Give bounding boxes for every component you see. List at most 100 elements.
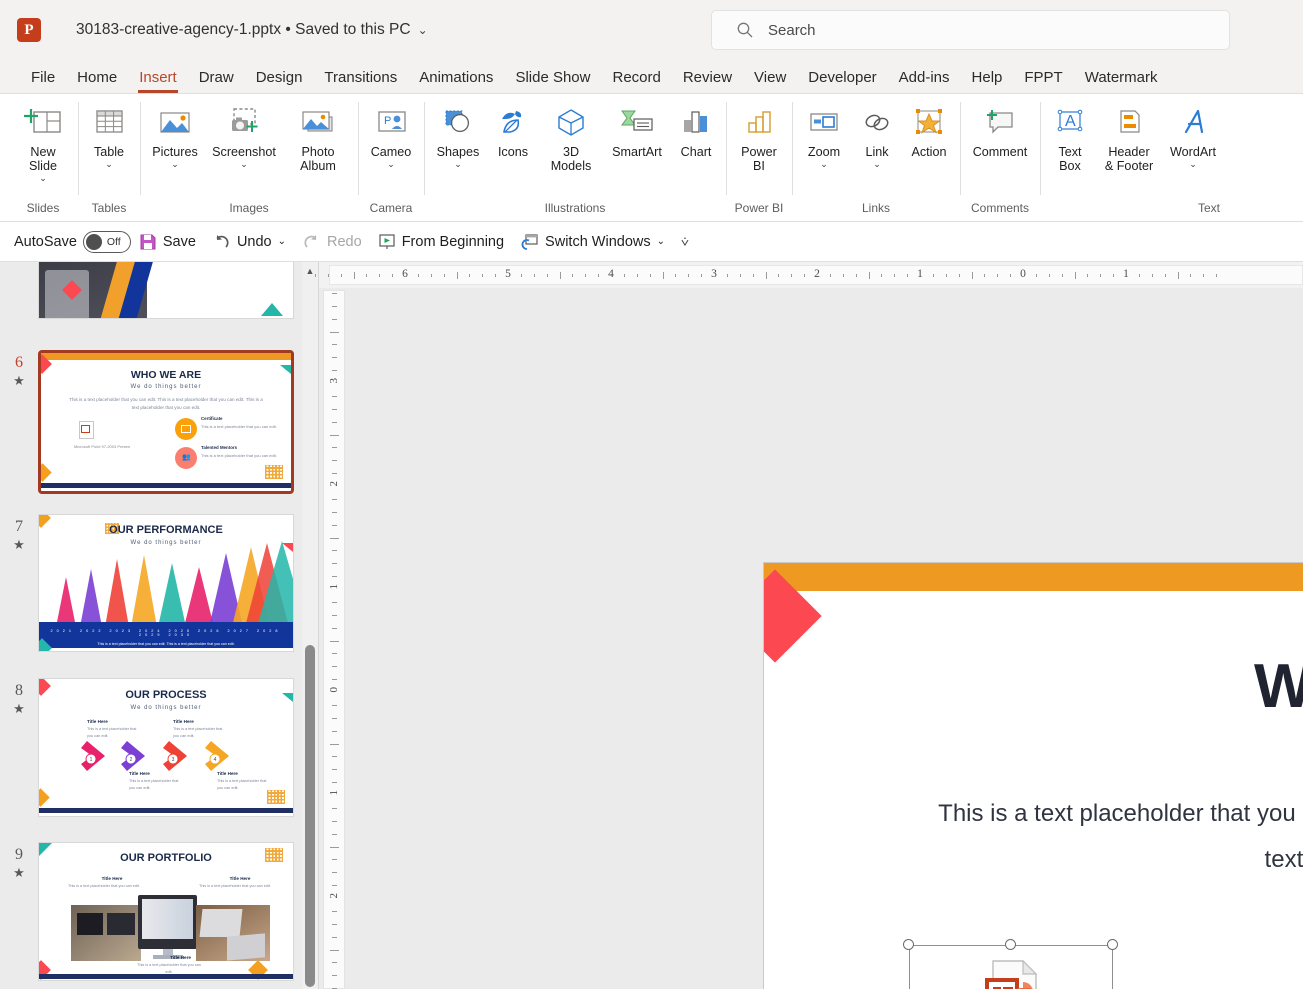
thumbnail-ole-caption-6: Microsoft Point 97-2003 Presen	[73, 444, 131, 449]
slide-body-text[interactable]: This is a text placeholder that you can …	[924, 791, 1303, 883]
search-input[interactable]: Search	[711, 10, 1230, 50]
ruler-tick	[971, 272, 973, 279]
tab-developer[interactable]: Developer	[797, 67, 887, 88]
svg-text:2: 2	[130, 757, 133, 763]
thumbnail-slide-9[interactable]: 9 ★ OUR PORTFOLIO Title Here This is a te…	[0, 842, 318, 981]
tab-animations[interactable]: Animations	[408, 67, 504, 88]
ruler-tick	[332, 756, 337, 758]
chevron-down-icon[interactable]: ⌄	[820, 159, 828, 169]
slide-title[interactable]: WHO WE ARE	[1254, 651, 1303, 722]
switch-windows-chevron-icon[interactable]: ⌄	[657, 236, 665, 247]
tab-design[interactable]: Design	[245, 67, 314, 88]
tab-view[interactable]: View	[743, 67, 797, 88]
chevron-down-icon[interactable]: ⌄	[105, 159, 113, 169]
tab-insert[interactable]: Insert	[128, 67, 188, 93]
chart-button[interactable]: Chart	[670, 100, 722, 161]
chevron-down-icon[interactable]: ⌄	[1189, 159, 1197, 169]
power-bi-icon	[742, 102, 776, 142]
powerpoint-logo-icon: P	[14, 15, 44, 45]
ruler-tick	[688, 274, 690, 277]
thumbnail-frame-8[interactable]: OUR PROCESS We do things better Title He…	[38, 678, 294, 817]
from-beginning-button[interactable]: From Beginning	[378, 233, 504, 251]
embedded-powerpoint-object[interactable]: Microsoft oint 97-2003 Prese	[909, 945, 1113, 989]
thumbnail-frame-6[interactable]: WHO WE ARE We do things better This is a…	[38, 350, 294, 494]
tab-help[interactable]: Help	[961, 67, 1014, 88]
slide-number-6: 6 ★	[0, 350, 38, 494]
power-bi-button[interactable]: Power BI	[730, 100, 788, 175]
tab-draw[interactable]: Draw	[188, 67, 245, 88]
ruler-tick-label: 5	[505, 268, 511, 280]
link-button[interactable]: Link ⌄	[852, 100, 902, 171]
chevron-down-icon[interactable]: ⌄	[454, 159, 462, 169]
chevron-down-icon[interactable]: ⌄	[240, 159, 248, 169]
slide-edit-area[interactable]: 6 5 4 3 2 1 0 1 3 2 1 0 1 2 WHO WE ARE We do things …	[314, 262, 1303, 989]
autosave-toggle[interactable]: Off	[82, 230, 131, 253]
powerpoint-logo-letter: P	[24, 21, 34, 38]
chevron-down-icon[interactable]: ⌄	[171, 159, 179, 169]
resize-handle-top-center[interactable]	[1005, 939, 1016, 950]
tab-file[interactable]: File	[20, 67, 66, 88]
undo-button[interactable]: Undo	[212, 233, 272, 251]
tab-slide-show[interactable]: Slide Show	[504, 67, 601, 88]
tab-fppt[interactable]: FPPT	[1013, 67, 1073, 88]
tab-home[interactable]: Home	[66, 67, 128, 88]
redo-icon	[302, 233, 321, 251]
thumbnail-slide-8[interactable]: 8 ★ OUR PROCESS We do things better Title…	[0, 678, 318, 817]
action-button[interactable]: Action	[902, 100, 956, 161]
thumbnail-performance-chart	[56, 541, 293, 627]
zoom-button[interactable]: Zoom ⌄	[796, 100, 852, 171]
screenshot-button[interactable]: Screenshot ⌄	[206, 100, 282, 171]
icons-button[interactable]: Icons	[488, 100, 538, 161]
slide-thumbnail-panel[interactable]: 5★ Teamwork Communication Communication …	[0, 262, 318, 989]
shapes-button[interactable]: Shapes ⌄	[428, 100, 488, 171]
tab-add-ins[interactable]: Add-ins	[888, 67, 961, 88]
redo-button: Redo	[302, 233, 362, 251]
thumbnail-panel-scrollbar[interactable]: ▲	[302, 262, 318, 989]
thumbnail-frame-7[interactable]: OUR PERFORMANCE We do things better 2021…	[38, 514, 294, 652]
ruler-tick	[829, 274, 831, 277]
smartart-button[interactable]: SmartArt	[604, 100, 670, 161]
thumbnail-slide-5[interactable]: 5★ Teamwork Communication Communication …	[0, 262, 318, 319]
shapes-icon	[440, 102, 476, 142]
tab-record[interactable]: Record	[601, 67, 671, 88]
save-button[interactable]: Save	[139, 233, 196, 251]
embedded-object-selection[interactable]: Microsoft oint 97-2003 Prese	[903, 939, 1118, 989]
cameo-button[interactable]: P Cameo ⌄	[362, 100, 420, 171]
ruler-tick	[353, 272, 355, 279]
chevron-down-icon[interactable]: ⌄	[39, 173, 47, 183]
chevron-down-icon[interactable]: ⌄	[387, 159, 395, 169]
scrollbar-thumb[interactable]	[305, 645, 315, 987]
3d-models-button[interactable]: 3D Models	[538, 100, 604, 175]
resize-handle-top-left[interactable]	[903, 939, 914, 950]
scroll-up-arrow-icon[interactable]: ▲	[302, 262, 318, 280]
thumbnail-frame-9[interactable]: OUR PORTFOLIO Title Here This is a text …	[38, 842, 294, 981]
tab-transitions[interactable]: Transitions	[313, 67, 408, 88]
thumbnail-slide-7[interactable]: 7★ OUR PERFORMANCE We do things better	[0, 514, 318, 652]
action-label: Action	[911, 145, 947, 159]
ruler-tick	[330, 434, 339, 436]
thumbnail-frame-5[interactable]: Teamwork Communication Communication Tit…	[38, 262, 294, 319]
header-footer-button[interactable]: Header & Footer	[1096, 100, 1162, 175]
ruler-tick	[332, 975, 337, 977]
resize-handle-top-right[interactable]	[1107, 939, 1118, 950]
ruler-tick	[327, 274, 329, 277]
photo-album-button[interactable]: Photo Album	[282, 100, 354, 175]
customize-toolbar-button[interactable]: ⩒	[681, 234, 689, 250]
tab-watermark[interactable]: Watermark	[1074, 67, 1169, 88]
slide-number-7: 7 ★	[0, 514, 38, 652]
thumbnail-slide-6[interactable]: 6 ★ WHO WE ARE We do things better This i…	[0, 350, 318, 494]
wordart-button[interactable]: WordArt ⌄	[1162, 100, 1224, 171]
comment-button[interactable]: Comment	[964, 100, 1036, 161]
screenshot-label: Screenshot	[212, 145, 276, 159]
table-button[interactable]: Table ⌄	[82, 100, 136, 171]
chevron-down-icon[interactable]: ⌄	[873, 159, 881, 169]
tab-review[interactable]: Review	[672, 67, 743, 88]
switch-windows-button[interactable]: Switch Windows	[520, 233, 651, 251]
pictures-button[interactable]: Pictures ⌄	[144, 100, 206, 171]
slide-canvas[interactable]: WHO WE ARE We do things better This is a…	[763, 562, 1303, 989]
link-icon	[860, 102, 894, 142]
undo-dropdown-chevron-icon[interactable]: ⌄	[278, 236, 286, 247]
new-slide-button[interactable]: New Slide ⌄	[12, 100, 74, 185]
title-chevron-down-icon[interactable]: ⌄	[418, 23, 428, 37]
text-box-button[interactable]: A Text Box	[1044, 100, 1096, 175]
